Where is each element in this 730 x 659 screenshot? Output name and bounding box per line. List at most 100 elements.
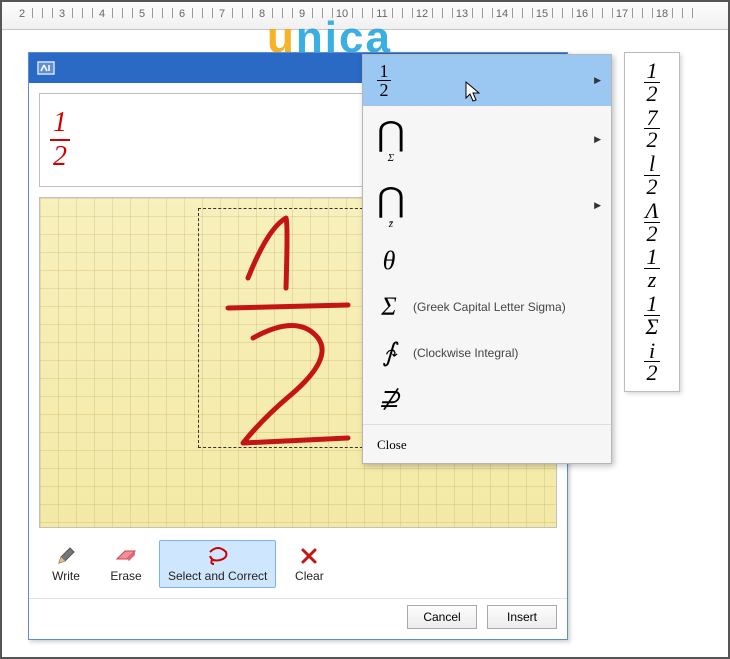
ruler-tick — [362, 8, 363, 18]
ruler-tick — [332, 8, 333, 18]
clear-tool[interactable]: Clear — [282, 540, 336, 588]
fraction-option[interactable]: 1Σ — [644, 294, 660, 337]
write-tool[interactable]: Write — [39, 540, 93, 588]
horizontal-ruler: 23456789101112131415161718 — [2, 2, 728, 30]
ruler-tick — [172, 8, 173, 18]
menu-item-label: (Clockwise Integral) — [413, 346, 518, 360]
symbol-icon: θ — [377, 246, 401, 276]
ruler-tick — [312, 8, 313, 18]
erase-label: Erase — [110, 569, 141, 583]
fraction-option[interactable]: 72 — [644, 108, 660, 151]
ruler-tick — [282, 8, 283, 18]
pencil-icon — [56, 545, 76, 567]
bigcap-icon: ⋂Σ — [377, 114, 405, 164]
ruler-tick — [612, 8, 613, 18]
ruler-tick — [692, 8, 693, 18]
ruler-tick — [352, 8, 353, 18]
ruler-tick — [592, 8, 593, 18]
ruler-number: 8 — [259, 8, 265, 20]
menu-item[interactable]: 12▶ — [363, 55, 611, 106]
ruler-tick — [112, 8, 113, 18]
ruler-tick — [152, 8, 153, 18]
ruler-tick — [42, 8, 43, 18]
ruler-tick — [642, 8, 643, 18]
symbol-icon: ⊉ — [377, 384, 401, 414]
ruler-tick — [672, 8, 673, 18]
ruler-tick — [572, 8, 573, 18]
ruler-tick — [492, 8, 493, 18]
menu-item[interactable]: θ — [363, 238, 611, 284]
fraction-option[interactable]: Λ2 — [644, 201, 660, 244]
preview-denominator: 2 — [53, 143, 67, 171]
menu-item[interactable]: Σ(Greek Capital Letter Sigma) — [363, 284, 611, 330]
ruler-tick — [32, 8, 33, 18]
symbol-icon: ∱ — [377, 338, 401, 368]
ruler-tick — [552, 8, 553, 18]
cancel-button[interactable]: Cancel — [407, 605, 477, 629]
ruler-number: 12 — [416, 8, 428, 20]
ruler-tick — [632, 8, 633, 18]
ruler-number: 6 — [179, 8, 185, 20]
ruler-number: 15 — [536, 8, 548, 20]
ruler-tick — [72, 8, 73, 18]
ruler-tick — [402, 8, 403, 18]
ruler-tick — [412, 8, 413, 18]
chevron-right-icon: ▶ — [594, 134, 601, 145]
ruler-tick — [392, 8, 393, 18]
ruler-tick — [472, 8, 473, 18]
toolstrip: Write Erase Select and Correct Clear — [39, 538, 557, 588]
ruler-tick — [602, 8, 603, 18]
submenu-fraction-list: 1272l2Λ21z1Σi2 — [624, 52, 680, 392]
ruler-tick — [122, 8, 123, 18]
select-correct-tool[interactable]: Select and Correct — [159, 540, 276, 588]
menu-item-label: (Greek Capital Letter Sigma) — [413, 300, 566, 314]
insert-button[interactable]: Insert — [487, 605, 557, 629]
ruler-number: 5 — [139, 8, 145, 20]
fraction-option[interactable]: l2 — [644, 154, 660, 197]
erase-tool[interactable]: Erase — [99, 540, 153, 588]
select-correct-label: Select and Correct — [168, 569, 267, 583]
ruler-number: 16 — [576, 8, 588, 20]
ruler-number: 18 — [656, 8, 668, 20]
fraction-option[interactable]: i2 — [644, 341, 660, 384]
ruler-tick — [652, 8, 653, 18]
ruler-tick — [372, 8, 373, 18]
ruler-tick — [192, 8, 193, 18]
menu-item[interactable]: ⋂Σ ▶ — [363, 106, 611, 172]
fraction-option[interactable]: 1z — [644, 247, 660, 290]
ruler-number: 4 — [99, 8, 105, 20]
ruler-tick — [682, 8, 683, 18]
clear-x-icon — [300, 545, 318, 567]
bigcap-icon: ⋂z̄ — [377, 180, 405, 230]
ruler-tick — [512, 8, 513, 18]
ruler-number: 3 — [59, 8, 65, 20]
chevron-right-icon: ▶ — [594, 75, 601, 86]
fraction-option[interactable]: 12 — [644, 61, 660, 104]
dialog-button-row: Cancel Insert — [29, 598, 567, 639]
menu-close[interactable]: Close — [363, 427, 611, 463]
ruler-tick — [212, 8, 213, 18]
ruler-number: 10 — [336, 8, 348, 20]
ruler-tick — [532, 8, 533, 18]
menu-item[interactable]: ⊉ — [363, 376, 611, 422]
ruler-tick — [562, 8, 563, 18]
ruler-number: 11 — [376, 8, 387, 20]
math-panel-icon — [37, 61, 55, 75]
handwritten-ink — [208, 208, 378, 458]
ruler-tick — [92, 8, 93, 18]
menu-item[interactable]: ∱ (Clockwise Integral) — [363, 330, 611, 376]
lasso-icon — [206, 545, 230, 567]
ruler-tick — [432, 8, 433, 18]
write-label: Write — [52, 569, 80, 583]
ruler-tick — [522, 8, 523, 18]
ruler-tick — [242, 8, 243, 18]
chevron-right-icon: ▶ — [594, 200, 601, 211]
ruler-tick — [232, 8, 233, 18]
ruler-number: 14 — [496, 8, 508, 20]
menu-item[interactable]: ⋂z̄ ▶ — [363, 172, 611, 238]
ruler-number: 9 — [299, 8, 305, 20]
preview-numerator: 1 — [53, 109, 67, 137]
ruler-number: 13 — [456, 8, 468, 20]
ruler-tick — [52, 8, 53, 18]
ruler-tick — [272, 8, 273, 18]
